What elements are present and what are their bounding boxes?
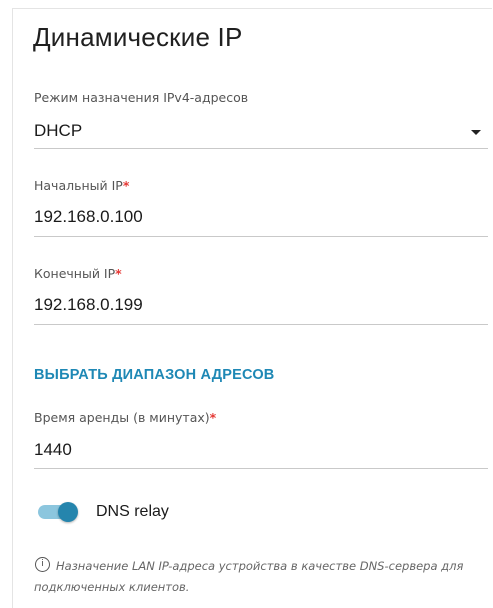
end-ip-field[interactable]: 192.168.0.199 xyxy=(34,295,143,315)
lease-time-label: Время аренды (в минутах)* xyxy=(34,410,217,425)
mode-select-underline xyxy=(34,148,488,149)
end-ip-label: Конечный IP* xyxy=(34,266,122,281)
required-mark: * xyxy=(115,266,122,281)
required-mark: * xyxy=(209,410,217,425)
chevron-down-icon[interactable] xyxy=(471,130,481,135)
lease-time-field[interactable]: 1440 xyxy=(34,440,72,460)
select-range-link[interactable]: ВЫБРАТЬ ДИАПАЗОН АДРЕСОВ xyxy=(34,367,274,383)
toggle-knob xyxy=(58,502,78,522)
end-ip-underline xyxy=(34,324,488,325)
dns-relay-label: DNS relay xyxy=(96,503,169,520)
start-ip-field[interactable]: 192.168.0.100 xyxy=(34,207,143,227)
required-mark: * xyxy=(122,178,130,193)
mode-select[interactable]: DHCP xyxy=(34,121,82,141)
mode-label: Режим назначения IPv4-адресов xyxy=(34,90,249,105)
dns-relay-info-text: Назначение LAN IP-адреса устройства в ка… xyxy=(34,559,464,594)
section-title: Динамические IP xyxy=(33,22,243,52)
start-ip-label: Начальный IP* xyxy=(34,178,130,193)
lease-time-underline xyxy=(34,468,488,469)
dns-relay-toggle[interactable] xyxy=(38,502,82,522)
start-ip-underline xyxy=(34,236,488,237)
